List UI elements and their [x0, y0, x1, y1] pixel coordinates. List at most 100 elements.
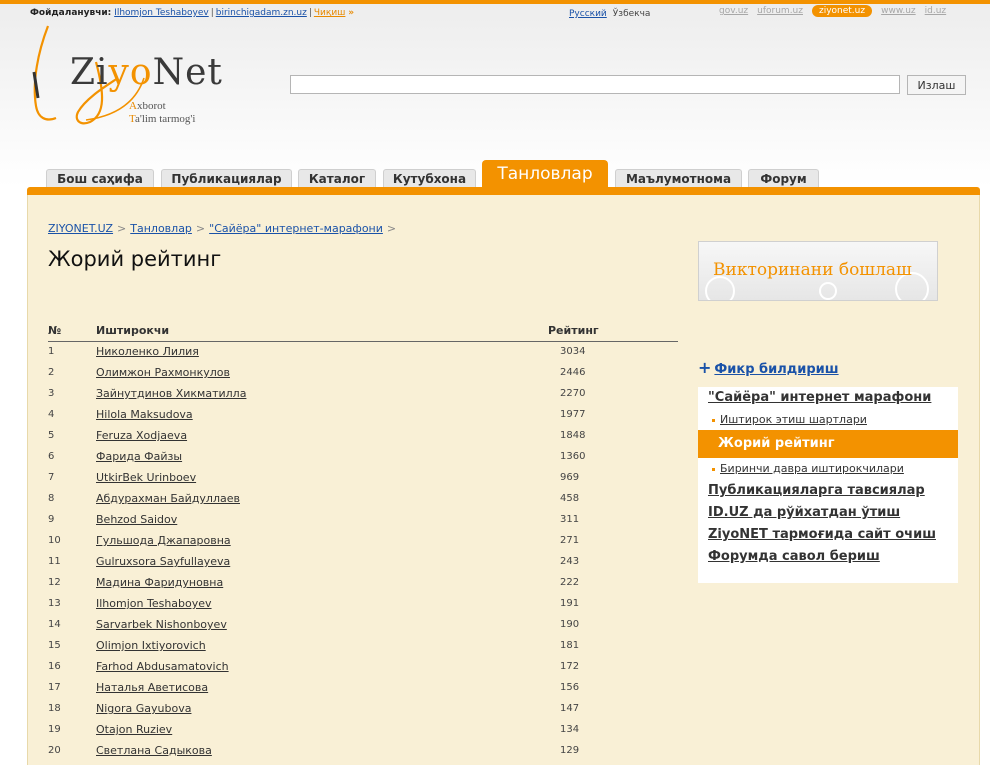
participant-link[interactable]: Фарида Файзы — [96, 450, 182, 463]
site-link-ziyonet[interactable]: ziyonet.uz — [811, 5, 873, 17]
participant-link[interactable]: Nigora Gayubova — [96, 702, 191, 715]
row-name-cell: Behzod Saidov — [96, 509, 548, 530]
site-link-gov[interactable]: gov.uz — [719, 6, 748, 16]
user-site-link[interactable]: birinchigadam.zn.uz — [216, 8, 307, 18]
row-name-cell: Абдурахман Байдуллаев — [96, 488, 548, 509]
participant-link[interactable]: Hilola Maksudova — [96, 408, 193, 421]
user-name-link[interactable]: Ilhomjon Teshaboyev — [114, 8, 209, 18]
language-switch: Русский Ўзбекча — [569, 9, 650, 19]
tab-publications[interactable]: Публикациялар — [161, 169, 292, 188]
row-num: 11 — [48, 556, 61, 567]
tab-forum[interactable]: Форум — [748, 169, 819, 188]
feedback-link[interactable]: Фикр билдириш — [714, 362, 838, 377]
table-row: 19 Otajon Ruziev 134 — [48, 719, 678, 740]
breadcrumb-separator: > — [195, 222, 206, 235]
breadcrumb-home[interactable]: ZIYONET.UZ — [48, 222, 113, 235]
participant-link[interactable]: Feruza Xodjaeva — [96, 429, 187, 442]
participant-link[interactable]: Ilhomjon Teshaboyev — [96, 597, 212, 610]
participant-link[interactable]: Светлана Садыкова — [96, 744, 212, 757]
participant-link[interactable]: Гульшода Джапаровна — [96, 534, 231, 547]
participant-link[interactable]: Farhod Abdusamatovich — [96, 660, 229, 673]
row-num: 6 — [48, 451, 55, 462]
table-row: 15 Olimjon Ixtiyorovich 181 — [48, 635, 678, 656]
row-num: 5 — [48, 430, 55, 441]
row-rating: 181 — [560, 640, 580, 651]
participant-link[interactable]: UtkirBek Urinboev — [96, 471, 196, 484]
row-name-cell: Наталья Аветисова — [96, 677, 548, 698]
row-name-cell: Мадина Фаридуновна — [96, 572, 548, 593]
menu-first-round[interactable]: Биринчи давра иштирокчилари — [712, 462, 904, 475]
row-rating: 1848 — [560, 430, 586, 441]
site-link-uforum[interactable]: uforum.uz — [757, 6, 803, 16]
row-rating: 191 — [560, 598, 580, 609]
row-num: 14 — [48, 619, 61, 630]
tab-home[interactable]: Бош саҳифа — [46, 169, 154, 188]
start-quiz-banner[interactable]: Викторинани бошлаш — [698, 241, 938, 301]
ziyonet-logo[interactable]: ZiyoNet Axborot Ta'lim tarmog'i — [26, 22, 256, 130]
participant-link[interactable]: Олимжон Рахмонкулов — [96, 366, 230, 379]
row-num: 1 — [48, 346, 55, 358]
participant-link[interactable]: Behzod Saidov — [96, 513, 177, 526]
search-input[interactable] — [290, 75, 900, 94]
separator: | — [210, 8, 214, 18]
row-name-cell: Николенко Лилия — [96, 341, 548, 362]
table-row: 7 UtkirBek Urinboev 969 — [48, 467, 678, 488]
table-row: 18 Nigora Gayubova 147 — [48, 698, 678, 719]
table-row: 5 Feruza Xodjaeva 1848 — [48, 425, 678, 446]
search-button[interactable]: Излаш — [907, 75, 966, 95]
menu-marathon[interactable]: "Сайёра" интернет марафони — [708, 390, 931, 405]
row-rating: 3034 — [560, 346, 586, 358]
participant-link[interactable]: Gulruxsora Sayfullayeva — [96, 555, 230, 568]
site-link-id[interactable]: id.uz — [925, 6, 947, 16]
menu-open-site[interactable]: ZiyoNET тармоғида сайт очиш — [708, 527, 936, 542]
breadcrumb: ZIYONET.UZ > Танловлар > "Сайёра" интернет-м… — [48, 222, 400, 235]
row-rating: 311 — [560, 514, 580, 525]
tab-reference[interactable]: Маълумотнома — [615, 169, 742, 188]
menu-current-rating[interactable]: Жорий рейтинг — [698, 430, 958, 458]
table-row: 3 Зайнутдинов Хикматилла 2270 — [48, 383, 678, 404]
tab-contests[interactable]: Танловлар — [482, 160, 608, 188]
participant-link[interactable]: Мадина Фаридуновна — [96, 576, 223, 589]
breadcrumb-marathon[interactable]: "Сайёра" интернет-марафони — [209, 222, 383, 235]
user-info: Фойдаланувчи: Ilhomjon Teshaboyev | birinc… — [30, 8, 354, 18]
participant-link[interactable]: Sarvarbek Nishonboyev — [96, 618, 227, 631]
row-rating: 222 — [560, 577, 580, 588]
logout-arrows-icon: » — [348, 8, 355, 18]
participant-link[interactable]: Зайнутдинов Хикматилла — [96, 387, 246, 400]
row-num: 16 — [48, 661, 61, 672]
lang-ru-link[interactable]: Русский — [569, 9, 607, 19]
participant-link[interactable]: Otajon Ruziev — [96, 723, 172, 736]
menu-rules[interactable]: Иштирок этиш шартлари — [712, 413, 867, 426]
participant-link[interactable]: Николенко Лилия — [96, 345, 199, 358]
site-link-www[interactable]: www.uz — [881, 6, 916, 16]
breadcrumb-contests[interactable]: Танловлар — [130, 222, 192, 235]
participant-link[interactable]: Абдурахман Байдуллаев — [96, 492, 240, 505]
logout-link[interactable]: Чиқиш — [314, 8, 346, 18]
participant-link[interactable]: Наталья Аветисова — [96, 681, 208, 694]
header-rating: Рейтинг — [548, 320, 678, 342]
menu-forum-ask[interactable]: Форумда савол бериш — [708, 549, 880, 564]
row-num: 20 — [48, 745, 61, 756]
start-quiz-label: Викторинани бошлаш — [713, 260, 912, 280]
row-name-cell: Otajon Ruziev — [96, 719, 548, 740]
tab-library[interactable]: Кутубхона — [383, 169, 476, 188]
table-row: 11 Gulruxsora Sayfullayeva 243 — [48, 551, 678, 572]
row-rating: 2270 — [560, 388, 586, 399]
row-name-cell: Зайнутдинов Хикматилла — [96, 383, 548, 404]
menu-publications[interactable]: Публикацияларга тавсиялар — [708, 483, 925, 498]
side-menu: "Сайёра" интернет марафони Иштирок этиш … — [698, 387, 958, 583]
rating-table: № Иштирокчи Рейтинг 1 Николенко Лилия 3034… — [48, 320, 678, 761]
participant-link[interactable]: Olimjon Ixtiyorovich — [96, 639, 206, 652]
row-rating: 271 — [560, 535, 580, 546]
nav-underline-band — [27, 187, 980, 195]
logo-tagline: Axborot Ta'lim tarmog'i — [129, 100, 196, 125]
menu-id-register[interactable]: ID.UZ да рўйхатдан ўтиш — [708, 505, 900, 520]
feedback: + Фикр билдириш — [698, 358, 839, 377]
row-name-cell: Олимжон Рахмонкулов — [96, 362, 548, 383]
plus-icon: + — [698, 358, 712, 377]
table-row: 6 Фарида Файзы 1360 — [48, 446, 678, 467]
row-name-cell: Nigora Gayubova — [96, 698, 548, 719]
tab-catalog[interactable]: Каталог — [298, 169, 376, 188]
partner-sites: gov.uz uforum.uz ziyonet.uz www.uz id.uz — [719, 5, 955, 17]
table-row: 13 Ilhomjon Teshaboyev 191 — [48, 593, 678, 614]
